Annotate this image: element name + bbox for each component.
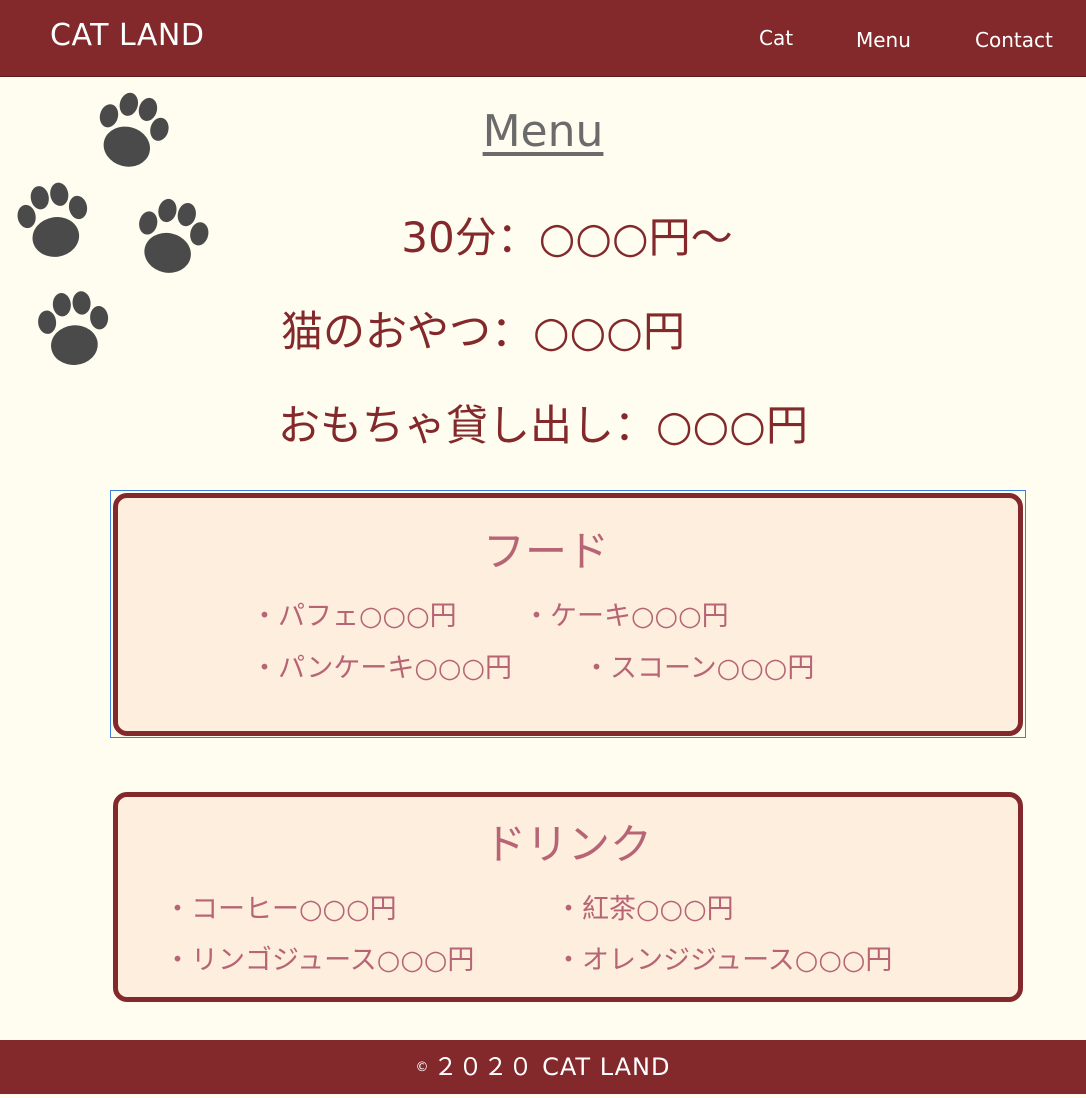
food-item-parfait: ・パフェ○○○円	[251, 601, 457, 632]
price-toy-rental: おもちゃ貸し出し：○○○円	[278, 401, 808, 450]
food-item-cake: ・ケーキ○○○円	[523, 601, 729, 632]
nav-link-contact[interactable]: Contact	[975, 28, 1053, 52]
food-heading: フード	[482, 527, 609, 576]
nav-link-menu[interactable]: Menu	[856, 28, 911, 52]
food-menu-card: フード ・パフェ○○○円 ・ケーキ○○○円 ・パンケーキ○○○円 ・スコーン○○…	[113, 493, 1023, 736]
nav-link-cat[interactable]: Cat	[759, 26, 793, 50]
brand-logo-text[interactable]: CAT LAND	[50, 18, 204, 53]
drink-heading: ドリンク	[483, 820, 652, 869]
price-cat-snack: 猫のおやつ：○○○円	[281, 307, 685, 356]
copyright-icon: ©	[415, 1060, 430, 1075]
price-30min: 30分：○○○円〜	[401, 213, 733, 262]
drink-menu-card: ドリンク ・コーヒー○○○円 ・紅茶○○○円 ・リンゴジュース○○○円 ・オレン…	[113, 792, 1023, 1002]
food-item-pancake: ・パンケーキ○○○円	[251, 653, 513, 684]
drink-item-orange-juice: ・オレンジジュース○○○円	[555, 945, 893, 976]
food-item-scone: ・スコーン○○○円	[583, 653, 815, 684]
drink-item-tea: ・紅茶○○○円	[555, 894, 734, 925]
drink-item-apple-juice: ・リンゴジュース○○○円	[164, 945, 475, 976]
menu-title: Menu	[482, 106, 604, 157]
site-header: CAT LAND Cat Menu Contact	[0, 0, 1086, 77]
site-footer: © ２０２０ CAT LAND	[0, 1040, 1086, 1094]
footer-copyright-text: ２０２０ CAT LAND	[433, 1053, 671, 1081]
drink-item-coffee: ・コーヒー○○○円	[164, 894, 397, 925]
